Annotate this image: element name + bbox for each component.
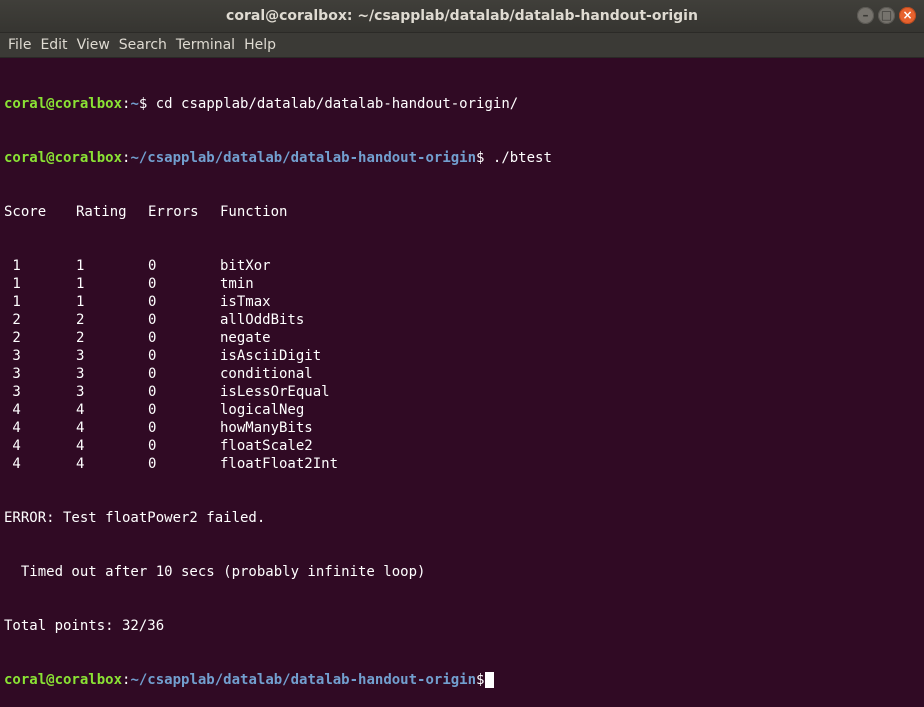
cell-function: tmin: [220, 276, 254, 292]
command-text: cd csapplab/datalab/datalab-handout-orig…: [155, 96, 519, 112]
cell-errors: 0: [148, 276, 157, 292]
table-row: 2 2 0 allOddBits: [4, 311, 924, 329]
cell-errors: 0: [148, 312, 157, 328]
cell-rating: 3: [76, 366, 85, 382]
timeout-line: Timed out after 10 secs (probably infini…: [4, 564, 426, 580]
menu-view[interactable]: View: [73, 37, 115, 53]
header-errors: Errors: [148, 204, 199, 220]
cell-rating: 3: [76, 384, 85, 400]
menu-bar: File Edit View Search Terminal Help: [0, 33, 924, 58]
header-rating: Rating: [76, 204, 127, 220]
cell-function: negate: [220, 330, 271, 346]
cell-errors: 0: [148, 384, 157, 400]
total-line: Total points: 32/36: [4, 618, 165, 634]
cell-function: floatScale2: [220, 438, 313, 454]
cell-score: 1: [4, 294, 21, 310]
cell-score: 2: [4, 330, 21, 346]
cell-errors: 0: [148, 330, 157, 346]
menu-search[interactable]: Search: [115, 37, 172, 53]
error-line: ERROR: Test floatPower2 failed.: [4, 510, 266, 526]
cell-rating: 4: [76, 420, 85, 436]
menu-file[interactable]: File: [4, 37, 36, 53]
prompt-sign: $: [138, 96, 156, 112]
minimize-icon[interactable]: –: [857, 7, 874, 24]
cell-score: 3: [4, 366, 21, 382]
cell-rating: 4: [76, 438, 85, 454]
cell-function: isLessOrEqual: [220, 384, 330, 400]
cell-function: isTmax: [220, 294, 271, 310]
cell-errors: 0: [148, 402, 157, 418]
cell-rating: 4: [76, 402, 85, 418]
header-score: Score: [4, 204, 47, 220]
cell-errors: 0: [148, 438, 157, 454]
cell-function: bitXor: [220, 258, 271, 274]
table-row: 4 4 0 logicalNeg: [4, 401, 924, 419]
cell-rating: 2: [76, 312, 85, 328]
prompt-path: ~/csapplab/datalab/datalab-handout-origi…: [130, 150, 477, 166]
cell-rating: 1: [76, 258, 85, 274]
cell-function: isAsciiDigit: [220, 348, 322, 364]
prompt-user: coral@coralbox: [4, 672, 123, 688]
table-row: 3 3 0 isAsciiDigit: [4, 347, 924, 365]
cell-function: allOddBits: [220, 312, 305, 328]
prompt-path: ~: [130, 96, 139, 112]
cell-score: 1: [4, 258, 21, 274]
table-row: 4 4 0 howManyBits: [4, 419, 924, 437]
table-row: 3 3 0 isLessOrEqual: [4, 383, 924, 401]
cell-rating: 3: [76, 348, 85, 364]
table-row: 1 1 0 bitXor: [4, 257, 924, 275]
prompt-sign: $: [476, 150, 493, 166]
cell-score: 4: [4, 402, 21, 418]
cell-errors: 0: [148, 348, 157, 364]
window-title: coral@coralbox: ~/csapplab/datalab/datal…: [226, 8, 698, 24]
maximize-icon[interactable]: □: [878, 7, 895, 24]
cell-score: 3: [4, 348, 21, 364]
cell-function: logicalNeg: [220, 402, 305, 418]
cell-errors: 0: [148, 366, 157, 382]
window-titlebar[interactable]: coral@coralbox: ~/csapplab/datalab/datal…: [0, 0, 924, 33]
cell-function: howManyBits: [220, 420, 313, 436]
cell-rating: 1: [76, 294, 85, 310]
table-header: Score Rating Errors Function: [4, 203, 924, 221]
prompt-path: ~/csapplab/datalab/datalab-handout-origi…: [130, 672, 477, 688]
cell-rating: 1: [76, 276, 85, 292]
cell-score: 2: [4, 312, 21, 328]
header-function: Function: [220, 204, 288, 220]
cell-errors: 0: [148, 294, 157, 310]
table-row: 3 3 0 conditional: [4, 365, 924, 383]
prompt-sign: $: [476, 672, 485, 688]
menu-help[interactable]: Help: [240, 37, 281, 53]
cell-errors: 0: [148, 420, 157, 436]
prompt-line: coral@coralbox:~/csapplab/datalab/datala…: [4, 149, 924, 167]
cell-rating: 2: [76, 330, 85, 346]
menu-edit[interactable]: Edit: [36, 37, 72, 53]
prompt-line: coral@coralbox:~$ cd csapplab/datalab/da…: [4, 95, 924, 113]
table-row: 1 1 0 isTmax: [4, 293, 924, 311]
table-row: 4 4 0 floatScale2: [4, 437, 924, 455]
result-rows: 1 1 0 bitXor 1 1 0 tmin 1 1 0 isTmax 2 2 0 allOddBit…: [4, 257, 924, 473]
prompt-separator: :: [122, 672, 131, 688]
menu-terminal[interactable]: Terminal: [172, 37, 240, 53]
cell-errors: 0: [148, 258, 157, 274]
cell-score: 3: [4, 384, 21, 400]
prompt-line: coral@coralbox:~/csapplab/datalab/datala…: [4, 671, 924, 689]
prompt-user: coral@coralbox: [4, 96, 123, 112]
close-icon[interactable]: ×: [899, 7, 916, 24]
table-row: 2 2 0 negate: [4, 329, 924, 347]
window-controls: – □ ×: [857, 7, 916, 24]
command-text: ./btest: [492, 150, 552, 166]
terminal-output[interactable]: coral@coralbox:~$ cd csapplab/datalab/da…: [0, 58, 924, 707]
cell-score: 4: [4, 420, 21, 436]
table-row: 1 1 0 tmin: [4, 275, 924, 293]
cursor: [485, 672, 495, 688]
prompt-user: coral@coralbox: [4, 150, 123, 166]
cell-score: 1: [4, 276, 21, 292]
cell-function: conditional: [220, 366, 313, 382]
cell-score: 4: [4, 438, 21, 454]
